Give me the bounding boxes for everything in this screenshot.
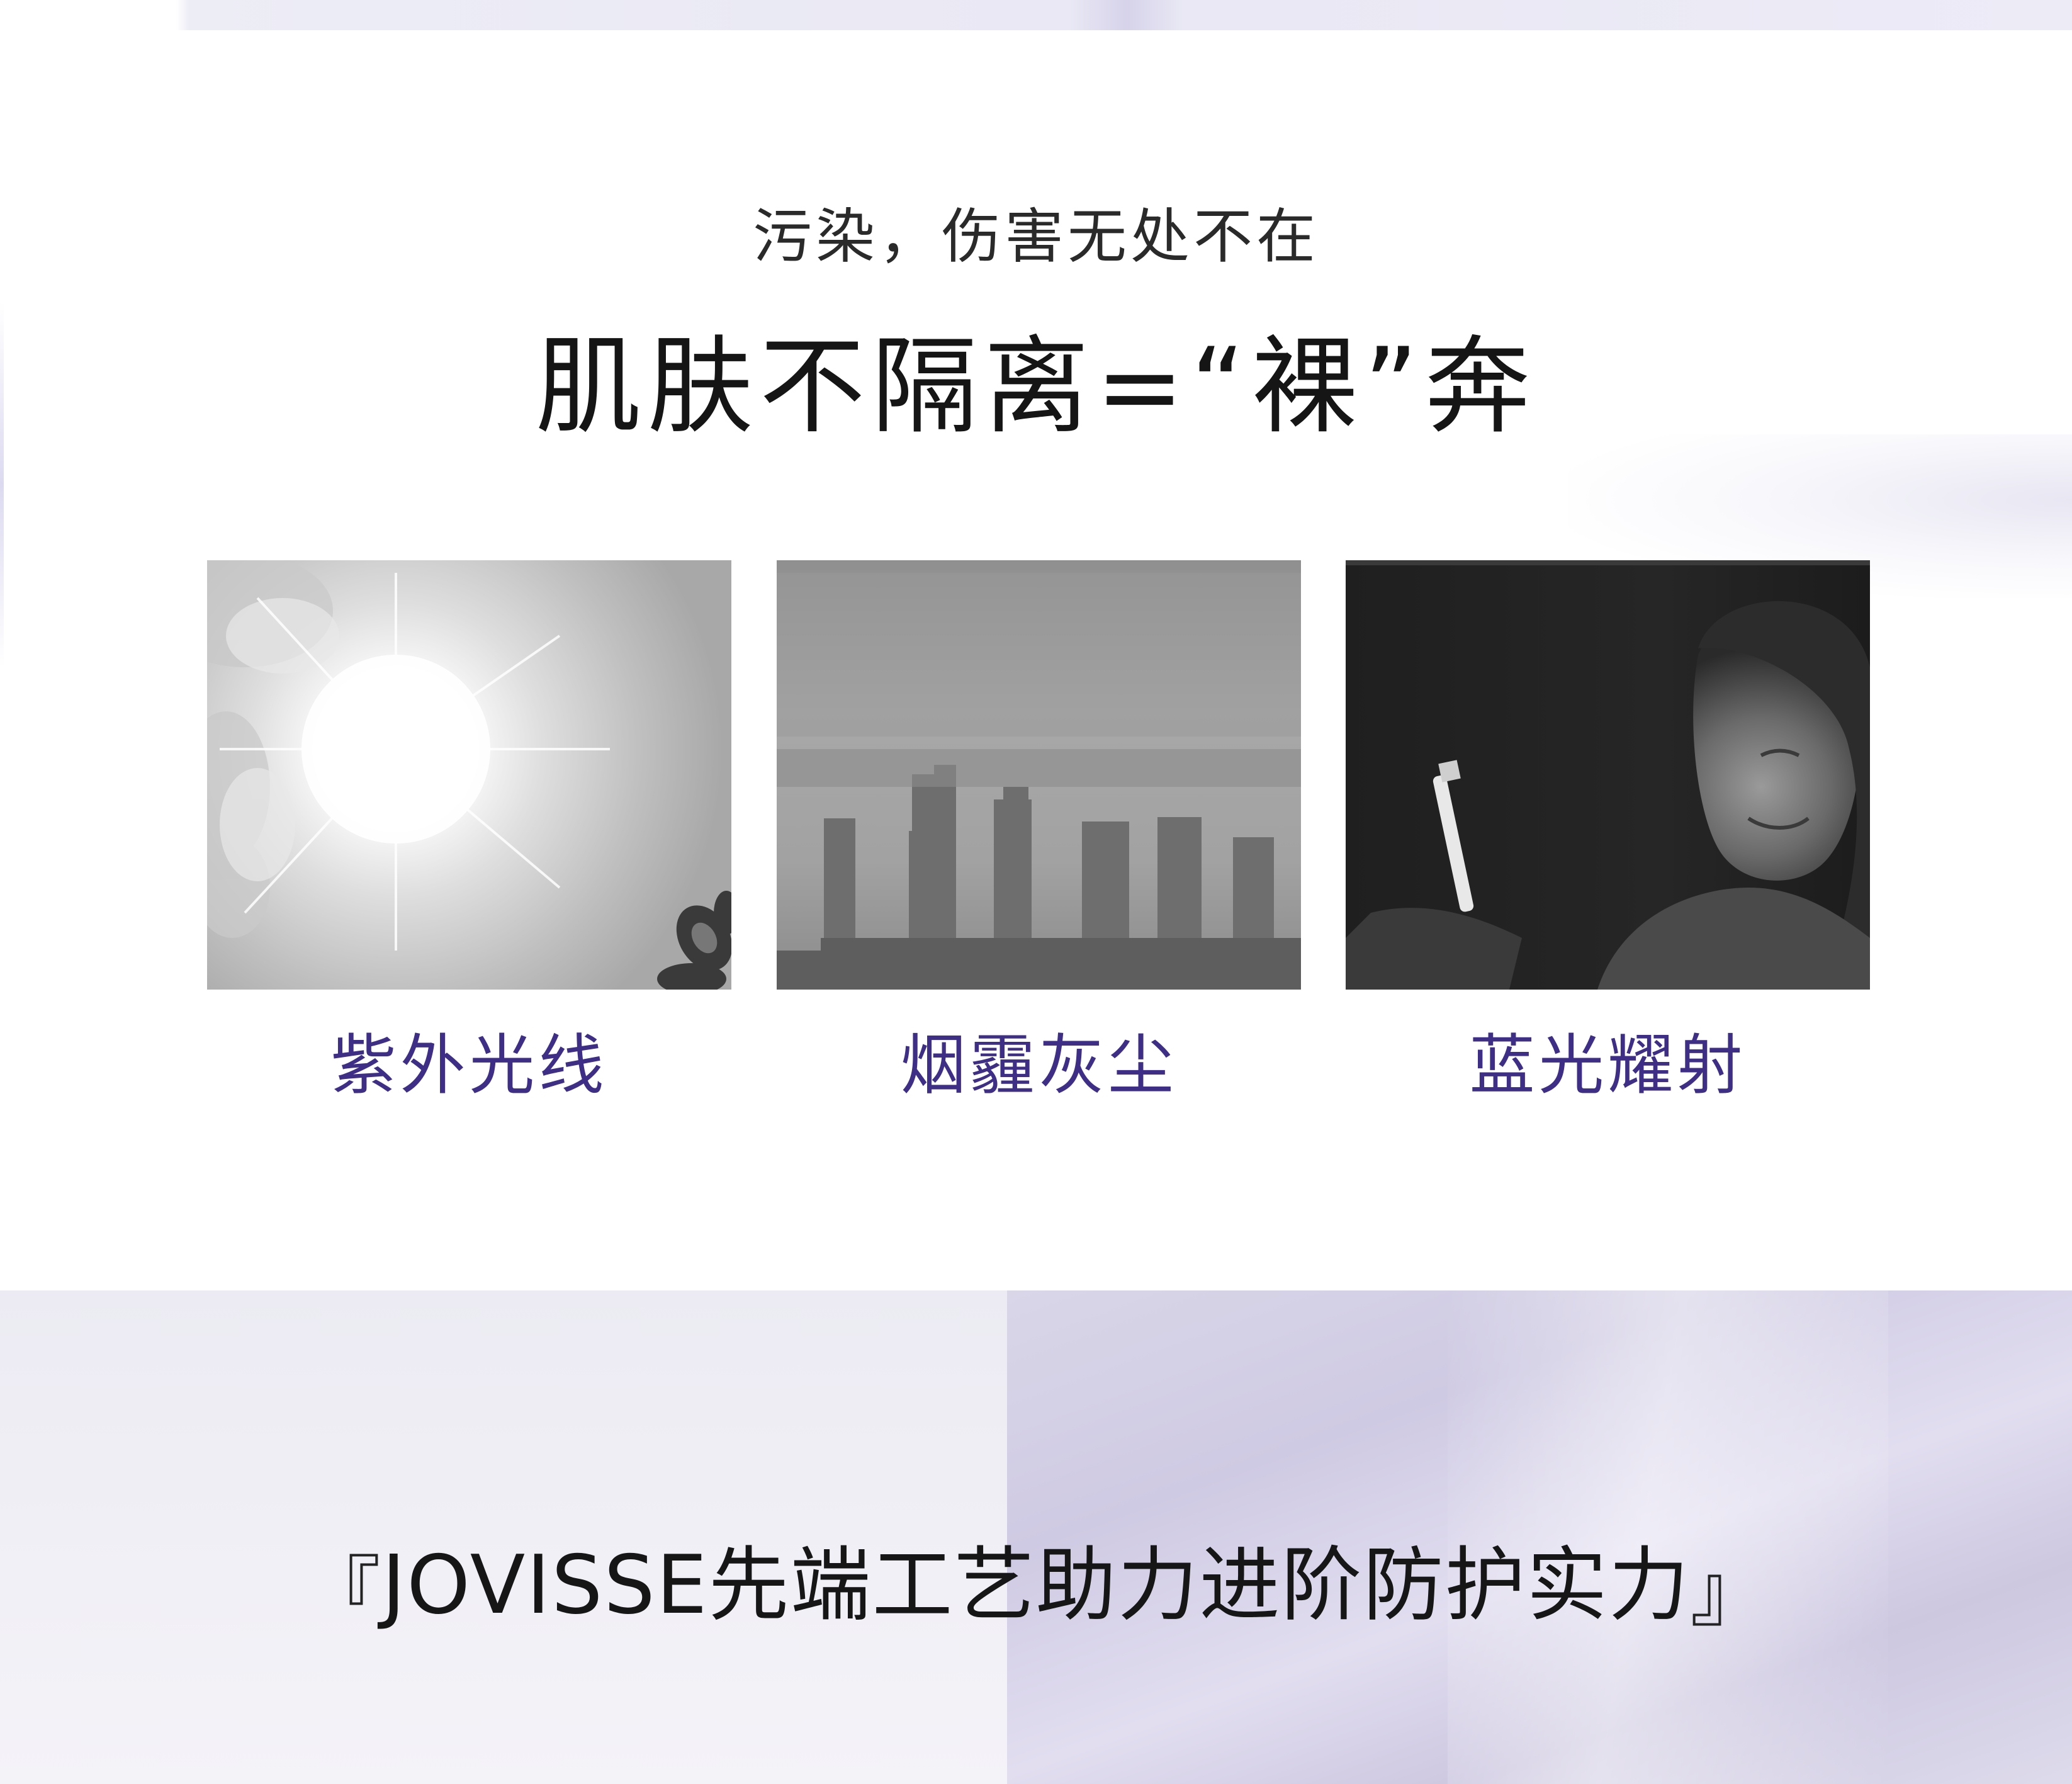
top-decorative-strip bbox=[0, 0, 2072, 30]
sun-glare-photo bbox=[207, 560, 731, 990]
caption-smog-dust: 烟霾灰尘 bbox=[900, 1027, 1178, 1104]
bottom-banner-background bbox=[0, 1290, 2072, 1784]
section-subtitle: 污染，伤害无处不在 bbox=[752, 203, 1319, 271]
close-bracket: 』 bbox=[1690, 1548, 1769, 1637]
brand-tagline: 『JOVISSE先端工艺助力进阶防护实力』 bbox=[0, 1545, 2072, 1632]
tagline-text: JOVISSE先端工艺助力进阶防护实力 bbox=[381, 1538, 1691, 1632]
phone-screen-at-night-photo bbox=[1346, 560, 1870, 990]
smoggy-city-photo bbox=[777, 560, 1301, 990]
caption-blue-light: 蓝光耀射 bbox=[1469, 1027, 1747, 1104]
open-bracket: 『 bbox=[303, 1548, 382, 1637]
bottom-sheen-decoration bbox=[1448, 1290, 1888, 1784]
caption-uv-light: 紫外光线 bbox=[330, 1027, 608, 1104]
section-headline: 肌肤不隔离=“裸”奔 bbox=[535, 325, 1537, 448]
